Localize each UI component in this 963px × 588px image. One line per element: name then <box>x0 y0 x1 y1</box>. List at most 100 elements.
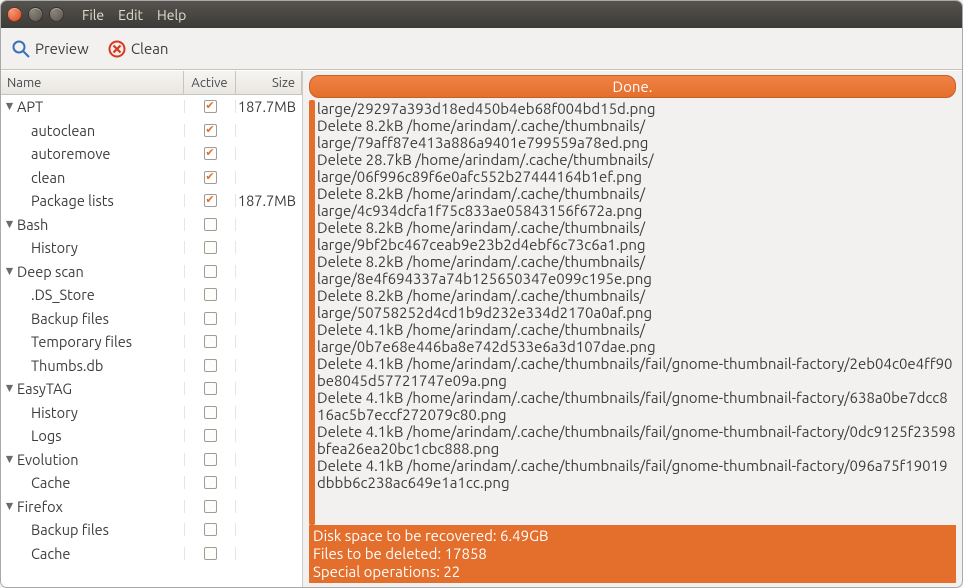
tree-group-row[interactable]: EasyTAG <box>1 377 302 401</box>
tree-cell-active <box>184 523 236 536</box>
checkbox[interactable] <box>204 453 217 466</box>
tree-label: clean <box>31 169 65 186</box>
tree-item-row[interactable]: Logs <box>1 424 302 448</box>
toolbar: Preview Clean <box>1 28 962 70</box>
checkbox[interactable] <box>204 312 217 325</box>
tree-item-row[interactable]: clean <box>1 166 302 190</box>
tree-label: autoremove <box>31 145 110 162</box>
checkbox[interactable] <box>204 288 217 301</box>
checkbox[interactable] <box>204 241 217 254</box>
tree-cell-active <box>184 500 236 513</box>
expander-icon[interactable] <box>3 265 15 277</box>
log-line: large/79aff87e413a886a9401e799559a78ed.p… <box>317 134 956 151</box>
checkbox[interactable] <box>204 124 217 137</box>
titlebar: File Edit Help <box>1 1 962 28</box>
checkbox[interactable] <box>204 359 217 372</box>
expander-icon[interactable] <box>3 383 15 395</box>
tree-label: Backup files <box>31 521 109 538</box>
log-line: large/50758252d4cd1b9d232e334d2170a0af.p… <box>317 304 956 321</box>
tree-cell-name: Cache <box>1 474 184 491</box>
tree-label: Deep scan <box>17 263 84 280</box>
summary-special: Special operations: 22 <box>313 563 460 581</box>
log-line: Delete 4.1kB /home/arindam/.cache/thumbn… <box>317 389 956 423</box>
tree-group-row[interactable]: Evolution <box>1 448 302 472</box>
magnifier-icon <box>11 39 31 59</box>
column-active[interactable]: Active <box>184 71 236 94</box>
tree-item-row[interactable]: Backup files <box>1 518 302 542</box>
tree-cell-active <box>184 100 236 113</box>
tree-group-row[interactable]: APT187.7MB <box>1 95 302 119</box>
tree-label: EasyTAG <box>17 380 72 397</box>
checkbox[interactable] <box>204 406 217 419</box>
results-panel: Done. large/29297a393d18ed450b4eb68f004b… <box>303 71 962 587</box>
tree-cell-active <box>184 547 236 560</box>
tree-cell-name: Package lists <box>1 192 184 209</box>
checkbox[interactable] <box>204 523 217 536</box>
tree-cell-name: EasyTAG <box>1 380 184 397</box>
tree-group-row[interactable]: Deep scan <box>1 260 302 284</box>
checkbox[interactable] <box>204 500 217 513</box>
tree-item-row[interactable]: History <box>1 401 302 425</box>
tree-item-row[interactable]: autoremove <box>1 142 302 166</box>
delete-icon <box>107 39 127 59</box>
checkbox[interactable] <box>204 476 217 489</box>
checkbox[interactable] <box>204 429 217 442</box>
tree-group-row[interactable]: Bash <box>1 213 302 237</box>
tree-label: Backup files <box>31 310 109 327</box>
tree-item-row[interactable]: Backup files <box>1 307 302 331</box>
log-scroll[interactable]: large/29297a393d18ed450b4eb68f004bd15d.p… <box>315 100 956 525</box>
expander-icon[interactable] <box>3 500 15 512</box>
window-maximize-button[interactable] <box>49 7 64 22</box>
summary-files: Files to be deleted: 17858 <box>313 545 952 563</box>
log-line: large/0b7e68e446ba8e742d533e6a3d107dae.p… <box>317 338 956 355</box>
window-close-button[interactable] <box>7 7 22 22</box>
tree-cell-name: Backup files <box>1 310 184 327</box>
tree-group-row[interactable]: Firefox <box>1 495 302 519</box>
tree-item-row[interactable]: History <box>1 236 302 260</box>
tree-item-row[interactable]: Thumbs.db <box>1 354 302 378</box>
tree-item-row[interactable]: Temporary files <box>1 330 302 354</box>
expander-icon[interactable] <box>3 453 15 465</box>
tree-cell-active <box>184 312 236 325</box>
checkbox[interactable] <box>204 194 217 207</box>
tree-item-row[interactable]: autoclean <box>1 119 302 143</box>
checkbox[interactable] <box>204 171 217 184</box>
checkbox[interactable] <box>204 147 217 160</box>
log-line: Delete 8.2kB /home/arindam/.cache/thumbn… <box>317 219 956 236</box>
tree-label: Bash <box>17 216 48 233</box>
column-name[interactable]: Name <box>1 71 184 94</box>
preview-button[interactable]: Preview <box>11 39 89 59</box>
log-line: Delete 8.2kB /home/arindam/.cache/thumbn… <box>317 117 956 134</box>
checkbox[interactable] <box>204 218 217 231</box>
menu-file[interactable]: File <box>82 7 104 23</box>
checkbox[interactable] <box>204 265 217 278</box>
checkbox[interactable] <box>204 382 217 395</box>
expander-icon[interactable] <box>3 218 15 230</box>
log-area: large/29297a393d18ed450b4eb68f004bd15d.p… <box>309 100 956 525</box>
tree-label: Package lists <box>31 192 114 209</box>
status-done-bar: Done. <box>309 75 956 98</box>
tree-cell-name: autoclean <box>1 122 184 139</box>
log-line: Delete 28.7kB /home/arindam/.cache/thumb… <box>317 151 956 168</box>
menu-edit[interactable]: Edit <box>118 7 143 23</box>
column-size[interactable]: Size <box>236 71 302 94</box>
checkbox[interactable] <box>204 547 217 560</box>
checkbox[interactable] <box>204 100 217 113</box>
tree-cell-active <box>184 171 236 184</box>
clean-label: Clean <box>131 40 169 57</box>
tree-cell-name: Deep scan <box>1 263 184 280</box>
tree-item-row[interactable]: Cache <box>1 471 302 495</box>
tree-cell-name: Temporary files <box>1 333 184 350</box>
tree-item-row[interactable]: Package lists187.7MB <box>1 189 302 213</box>
tree-item-row[interactable]: Cache <box>1 542 302 566</box>
menu-help[interactable]: Help <box>157 7 186 23</box>
tree-cell-active <box>184 453 236 466</box>
window-minimize-button[interactable] <box>28 7 43 22</box>
tree-item-row[interactable]: .DS_Store <box>1 283 302 307</box>
expander-icon[interactable] <box>3 101 15 113</box>
tree-body[interactable]: APT187.7MB autoclean autoremove clean Packag… <box>1 95 302 587</box>
tree-cell-name: Backup files <box>1 521 184 538</box>
clean-button[interactable]: Clean <box>107 39 169 59</box>
tree-cell-name: autoremove <box>1 145 184 162</box>
checkbox[interactable] <box>204 335 217 348</box>
